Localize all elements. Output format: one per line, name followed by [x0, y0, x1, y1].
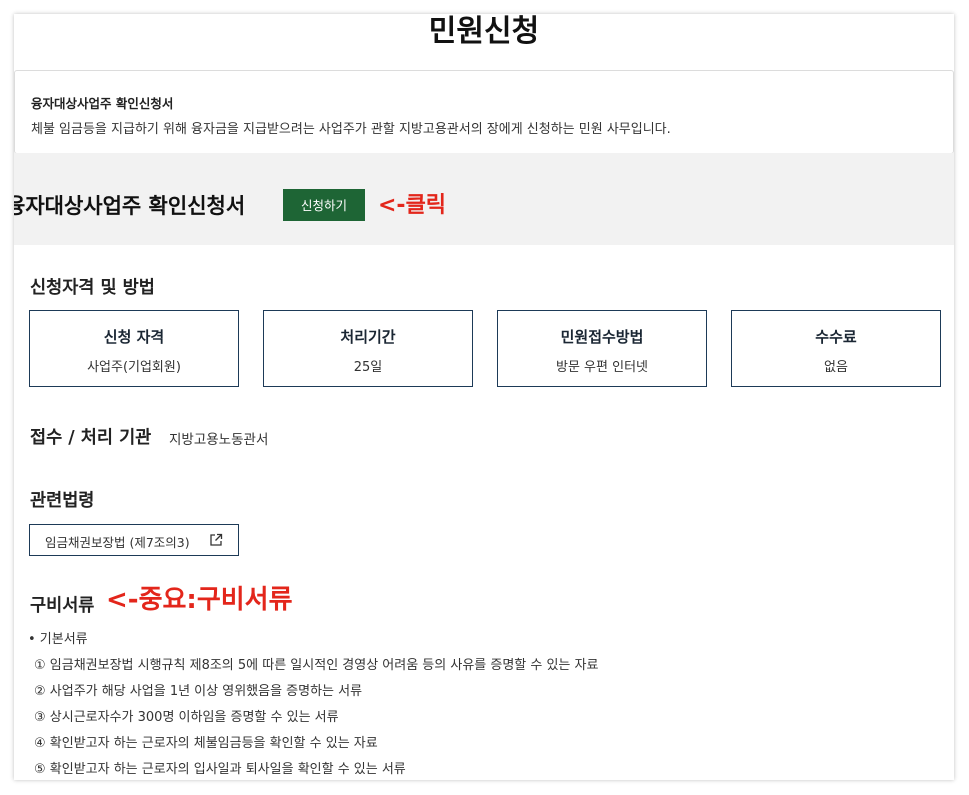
- list-item: ⑤ 확인받고자 하는 근로자의 입사일과 퇴사일을 확인할 수 있는 서류: [34, 762, 406, 777]
- info-cards: 신청 자격 사업주(기업회원) 처리기간 25일 민원접수방법 방문 우편 인터…: [29, 310, 941, 387]
- card-value: 없음: [824, 360, 848, 375]
- card-qualification: 신청 자격 사업주(기업회원): [29, 310, 239, 387]
- card-value: 방문 우편 인터넷: [556, 360, 648, 375]
- list-item: ④ 확인받고자 하는 근로자의 체불임금등을 확인할 수 있는 자료: [34, 736, 378, 751]
- external-link-icon: [210, 533, 223, 546]
- important-annotation: <-중요:구비서류: [106, 585, 293, 615]
- list-item: ② 사업주가 해당 사업을 1년 이상 영위했음을 증명하는 서류: [34, 684, 363, 699]
- form-name: 융자대상사업주 확인신청서: [14, 194, 246, 218]
- documents-heading: 구비서류: [30, 596, 95, 616]
- card-title: 민원접수방법: [560, 328, 644, 346]
- card-processing-period: 처리기간 25일: [263, 310, 473, 387]
- list-item: ③ 상시근로자수가 300명 이하임을 증명할 수 있는 서류: [34, 710, 339, 725]
- qualification-heading: 신청자격 및 방법: [30, 278, 155, 298]
- law-heading: 관련법령: [30, 491, 95, 511]
- law-link-text: 임금채권보장법 (제7조의3): [45, 535, 190, 550]
- card-title: 수수료: [815, 328, 857, 346]
- click-annotation: <-클릭: [378, 193, 447, 218]
- page-frame: 민원신청 융자대상사업주 확인신청서 체불 임금등을 지급하기 위해 융자금을 …: [14, 14, 954, 780]
- intro-title: 융자대상사업주 확인신청서: [31, 96, 174, 111]
- card-reception-method: 민원접수방법 방문 우편 인터넷: [497, 310, 707, 387]
- card-value: 25일: [353, 360, 383, 375]
- agency-value: 지방고용노동관서: [169, 432, 269, 448]
- card-title: 신청 자격: [103, 328, 165, 346]
- intro-box: 융자대상사업주 확인신청서 체불 임금등을 지급하기 위해 융자금을 지급받으려…: [14, 70, 954, 154]
- law-link[interactable]: 임금채권보장법 (제7조의3): [29, 524, 239, 556]
- page-title: 민원신청: [428, 14, 540, 49]
- apply-button[interactable]: 신청하기: [283, 189, 365, 221]
- apply-band: 융자대상사업주 확인신청서 신청하기 <-클릭: [14, 153, 954, 245]
- card-fee: 수수료 없음: [731, 310, 941, 387]
- agency-heading: 접수 / 처리 기관: [30, 428, 152, 448]
- documents-list: • 기본서류 ① 임금채권보장법 시행규칙 제8조의 5에 따른 일시적인 경영…: [28, 631, 928, 780]
- intro-description: 체불 임금등을 지급하기 위해 융자금을 지급받으려는 사업주가 관할 지방고용…: [31, 122, 671, 137]
- card-value: 사업주(기업회원): [87, 360, 181, 375]
- doc-group-label: • 기본서류: [28, 632, 88, 647]
- list-item: ① 임금채권보장법 시행규칙 제8조의 5에 따른 일시적인 경영상 어려움 등…: [34, 658, 599, 673]
- card-title: 처리기간: [340, 328, 396, 346]
